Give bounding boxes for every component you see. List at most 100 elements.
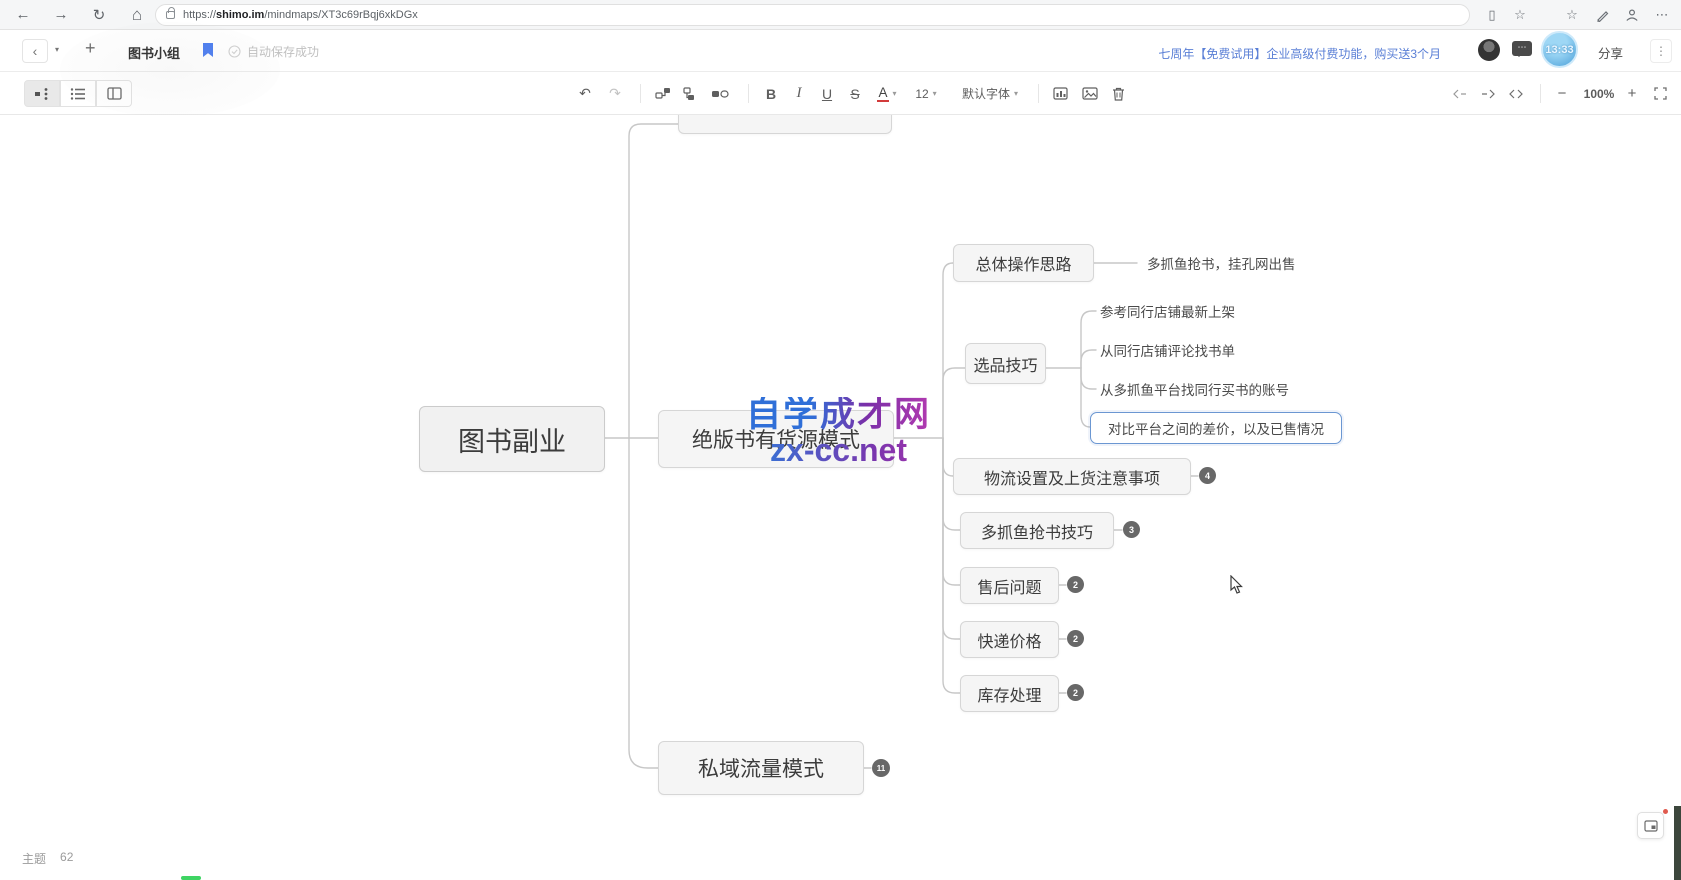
refresh-icon[interactable]: ↻ [84, 3, 114, 27]
node-inventory[interactable]: 库存处理 [960, 675, 1059, 712]
bookmark-icon[interactable] [203, 43, 213, 57]
document-title[interactable]: 图书小组 [128, 43, 180, 62]
delete-node-icon[interactable] [1104, 80, 1132, 107]
insert-sibling-node-icon[interactable] [678, 80, 704, 107]
zoom-level-value[interactable]: 100% [1580, 80, 1618, 107]
node-grab-skill-label: 多抓鱼抢书技巧 [981, 519, 1093, 543]
leaf-selection-2[interactable]: 从同行店铺评论找书单 [1100, 341, 1235, 359]
leaf-overall-approach[interactable]: 多抓鱼抢书，挂孔网出售 [1147, 254, 1296, 272]
more-menu-button[interactable]: ⋮ [1650, 39, 1672, 63]
clock-overlay: 13:33 [1545, 44, 1573, 56]
collaborator-avatar[interactable] [1478, 39, 1500, 61]
node-inventory-label: 库存处理 [977, 682, 1041, 706]
insert-child-node-icon[interactable] [650, 80, 676, 107]
node-root-label: 图书副业 [458, 420, 566, 459]
new-document-button[interactable]: + [85, 38, 96, 59]
node-selection-skill[interactable]: 选品技巧 [965, 343, 1046, 384]
node-cutoff-top[interactable] [678, 115, 892, 134]
favorites-icon[interactable]: ☆ [1560, 4, 1584, 26]
node-aftersale[interactable]: 售后问题 [960, 567, 1059, 604]
view-split-button[interactable] [96, 80, 132, 107]
app-header: ‹ ▾ + 图书小组 自动保存成功 七周年【免费试用】企业高级付费功能，购买送3… [0, 30, 1681, 72]
node-outofprint-label: 绝版书有货源模式 [692, 424, 860, 454]
leaf-selection-4-text: 对比平台之间的差价，以及已售情况 [1108, 418, 1324, 438]
leaf-selection-3-text: 从多抓鱼平台找同行买书的账号 [1100, 379, 1289, 399]
comments-icon[interactable]: ⋯ [1512, 41, 1532, 56]
favorite-star-icon[interactable]: ☆ [1508, 4, 1532, 26]
zoom-in-button[interactable]: + [1620, 80, 1644, 107]
badge-inventory-count: 2 [1073, 688, 1078, 698]
node-logistics[interactable]: 物流设置及上货注意事项 [953, 458, 1191, 495]
user-avatar[interactable]: 13:33 [1541, 31, 1578, 68]
node-grab-skill[interactable]: 多抓鱼抢书技巧 [960, 512, 1114, 549]
badge-logistics-count: 4 [1205, 471, 1210, 481]
badge-logistics[interactable]: 4 [1199, 467, 1216, 484]
node-express-price[interactable]: 快递价格 [960, 621, 1059, 658]
font-family-dropdown[interactable]: 默认字体 ▾ [950, 80, 1030, 107]
address-bar[interactable]: https://shimo.im/mindmaps/XT3c69rBqj6xkD… [155, 4, 1470, 26]
url-domain: shimo.im [216, 9, 264, 21]
leaf-selection-1[interactable]: 参考同行店铺最新上架 [1100, 302, 1235, 320]
video-progress-fragment [181, 876, 201, 880]
badge-express-price-count: 2 [1073, 634, 1078, 644]
topics-count: 62 [60, 850, 73, 867]
insert-image-icon[interactable] [1076, 80, 1104, 107]
zoom-out-button[interactable]: − [1550, 80, 1574, 107]
back-icon[interactable]: ← [8, 3, 38, 27]
fit-view-icon[interactable] [1504, 80, 1528, 107]
leaf-overall-text: 多抓鱼抢书，挂孔网出售 [1147, 253, 1296, 273]
badge-aftersale[interactable]: 2 [1067, 576, 1084, 593]
forward-icon[interactable]: → [46, 3, 76, 27]
annotate-pen-icon[interactable] [1590, 4, 1614, 26]
node-overall-approach[interactable]: 总体操作思路 [953, 244, 1094, 282]
promo-banner-link[interactable]: 七周年【免费试用】企业高级付费功能，购买送3个月 [1158, 45, 1441, 62]
expand-branch-icon[interactable] [1476, 80, 1500, 107]
badge-private-traffic[interactable]: 11 [872, 759, 890, 777]
node-private-traffic-label: 私域流量模式 [698, 753, 824, 783]
bold-button[interactable]: B [758, 80, 784, 107]
view-mindmap-button[interactable] [24, 80, 60, 107]
share-button[interactable]: 分享 [1598, 43, 1623, 62]
statusbar: 主题 62 [22, 850, 73, 867]
collapse-branch-icon[interactable] [1448, 80, 1472, 107]
leaf-selection-4-selected[interactable]: 对比平台之间的差价，以及已售情况 [1090, 412, 1342, 444]
font-color-button[interactable]: A ▾ [870, 80, 904, 107]
badge-grab-skill[interactable]: 3 [1123, 521, 1140, 538]
font-color-caret-icon: ▾ [893, 89, 897, 98]
node-root[interactable]: 图书副业 [419, 406, 605, 472]
autosave-check-icon [228, 45, 241, 58]
topics-label: 主题 [22, 850, 46, 867]
lock-icon [166, 11, 175, 19]
leaf-selection-1-text: 参考同行店铺最新上架 [1100, 301, 1235, 321]
italic-button[interactable]: I [786, 80, 812, 107]
node-private-traffic[interactable]: 私域流量模式 [658, 741, 864, 795]
browser-more-icon[interactable]: ⋯ [1650, 4, 1674, 26]
profile-icon[interactable] [1620, 4, 1644, 26]
font-family-caret-icon: ▾ [1014, 89, 1018, 98]
view-outline-button[interactable] [60, 80, 96, 107]
relation-node-icon[interactable] [706, 80, 734, 107]
badge-express-price[interactable]: 2 [1067, 630, 1084, 647]
fullscreen-icon[interactable] [1648, 80, 1672, 107]
doc-back-caret-icon[interactable]: ▾ [55, 45, 59, 54]
navigator-button[interactable] [1637, 812, 1664, 839]
badge-inventory[interactable]: 2 [1067, 684, 1084, 701]
undo-icon[interactable]: ↶ [572, 80, 598, 107]
font-family-value: 默认字体 [962, 85, 1010, 102]
mindmap-canvas[interactable]: 图书副业 绝版书有货源模式 私域流量模式 11 总体操作思路 多抓鱼抢书，挂孔网… [0, 115, 1681, 880]
redo-icon[interactable]: ↷ [602, 80, 628, 107]
autosave-text: 自动保存成功 [247, 43, 319, 60]
font-size-dropdown[interactable]: 12 ▾ [908, 80, 944, 107]
underline-button[interactable]: U [814, 80, 840, 107]
leaf-selection-3[interactable]: 从多抓鱼平台找同行买书的账号 [1100, 380, 1289, 398]
node-outofprint-model[interactable]: 绝版书有货源模式 [658, 410, 894, 468]
insert-chart-icon[interactable] [1046, 80, 1074, 107]
immersive-reader-icon[interactable]: ▯ [1480, 4, 1504, 26]
font-color-label: A [877, 86, 888, 102]
mouse-cursor-icon [1228, 575, 1244, 595]
scrollbar-thumb[interactable] [1674, 806, 1681, 880]
home-icon[interactable]: ⌂ [122, 3, 152, 27]
doc-back-button[interactable]: ‹ [22, 39, 48, 63]
strikethrough-button[interactable]: S [842, 80, 868, 107]
node-selection-label: 选品技巧 [973, 352, 1037, 376]
